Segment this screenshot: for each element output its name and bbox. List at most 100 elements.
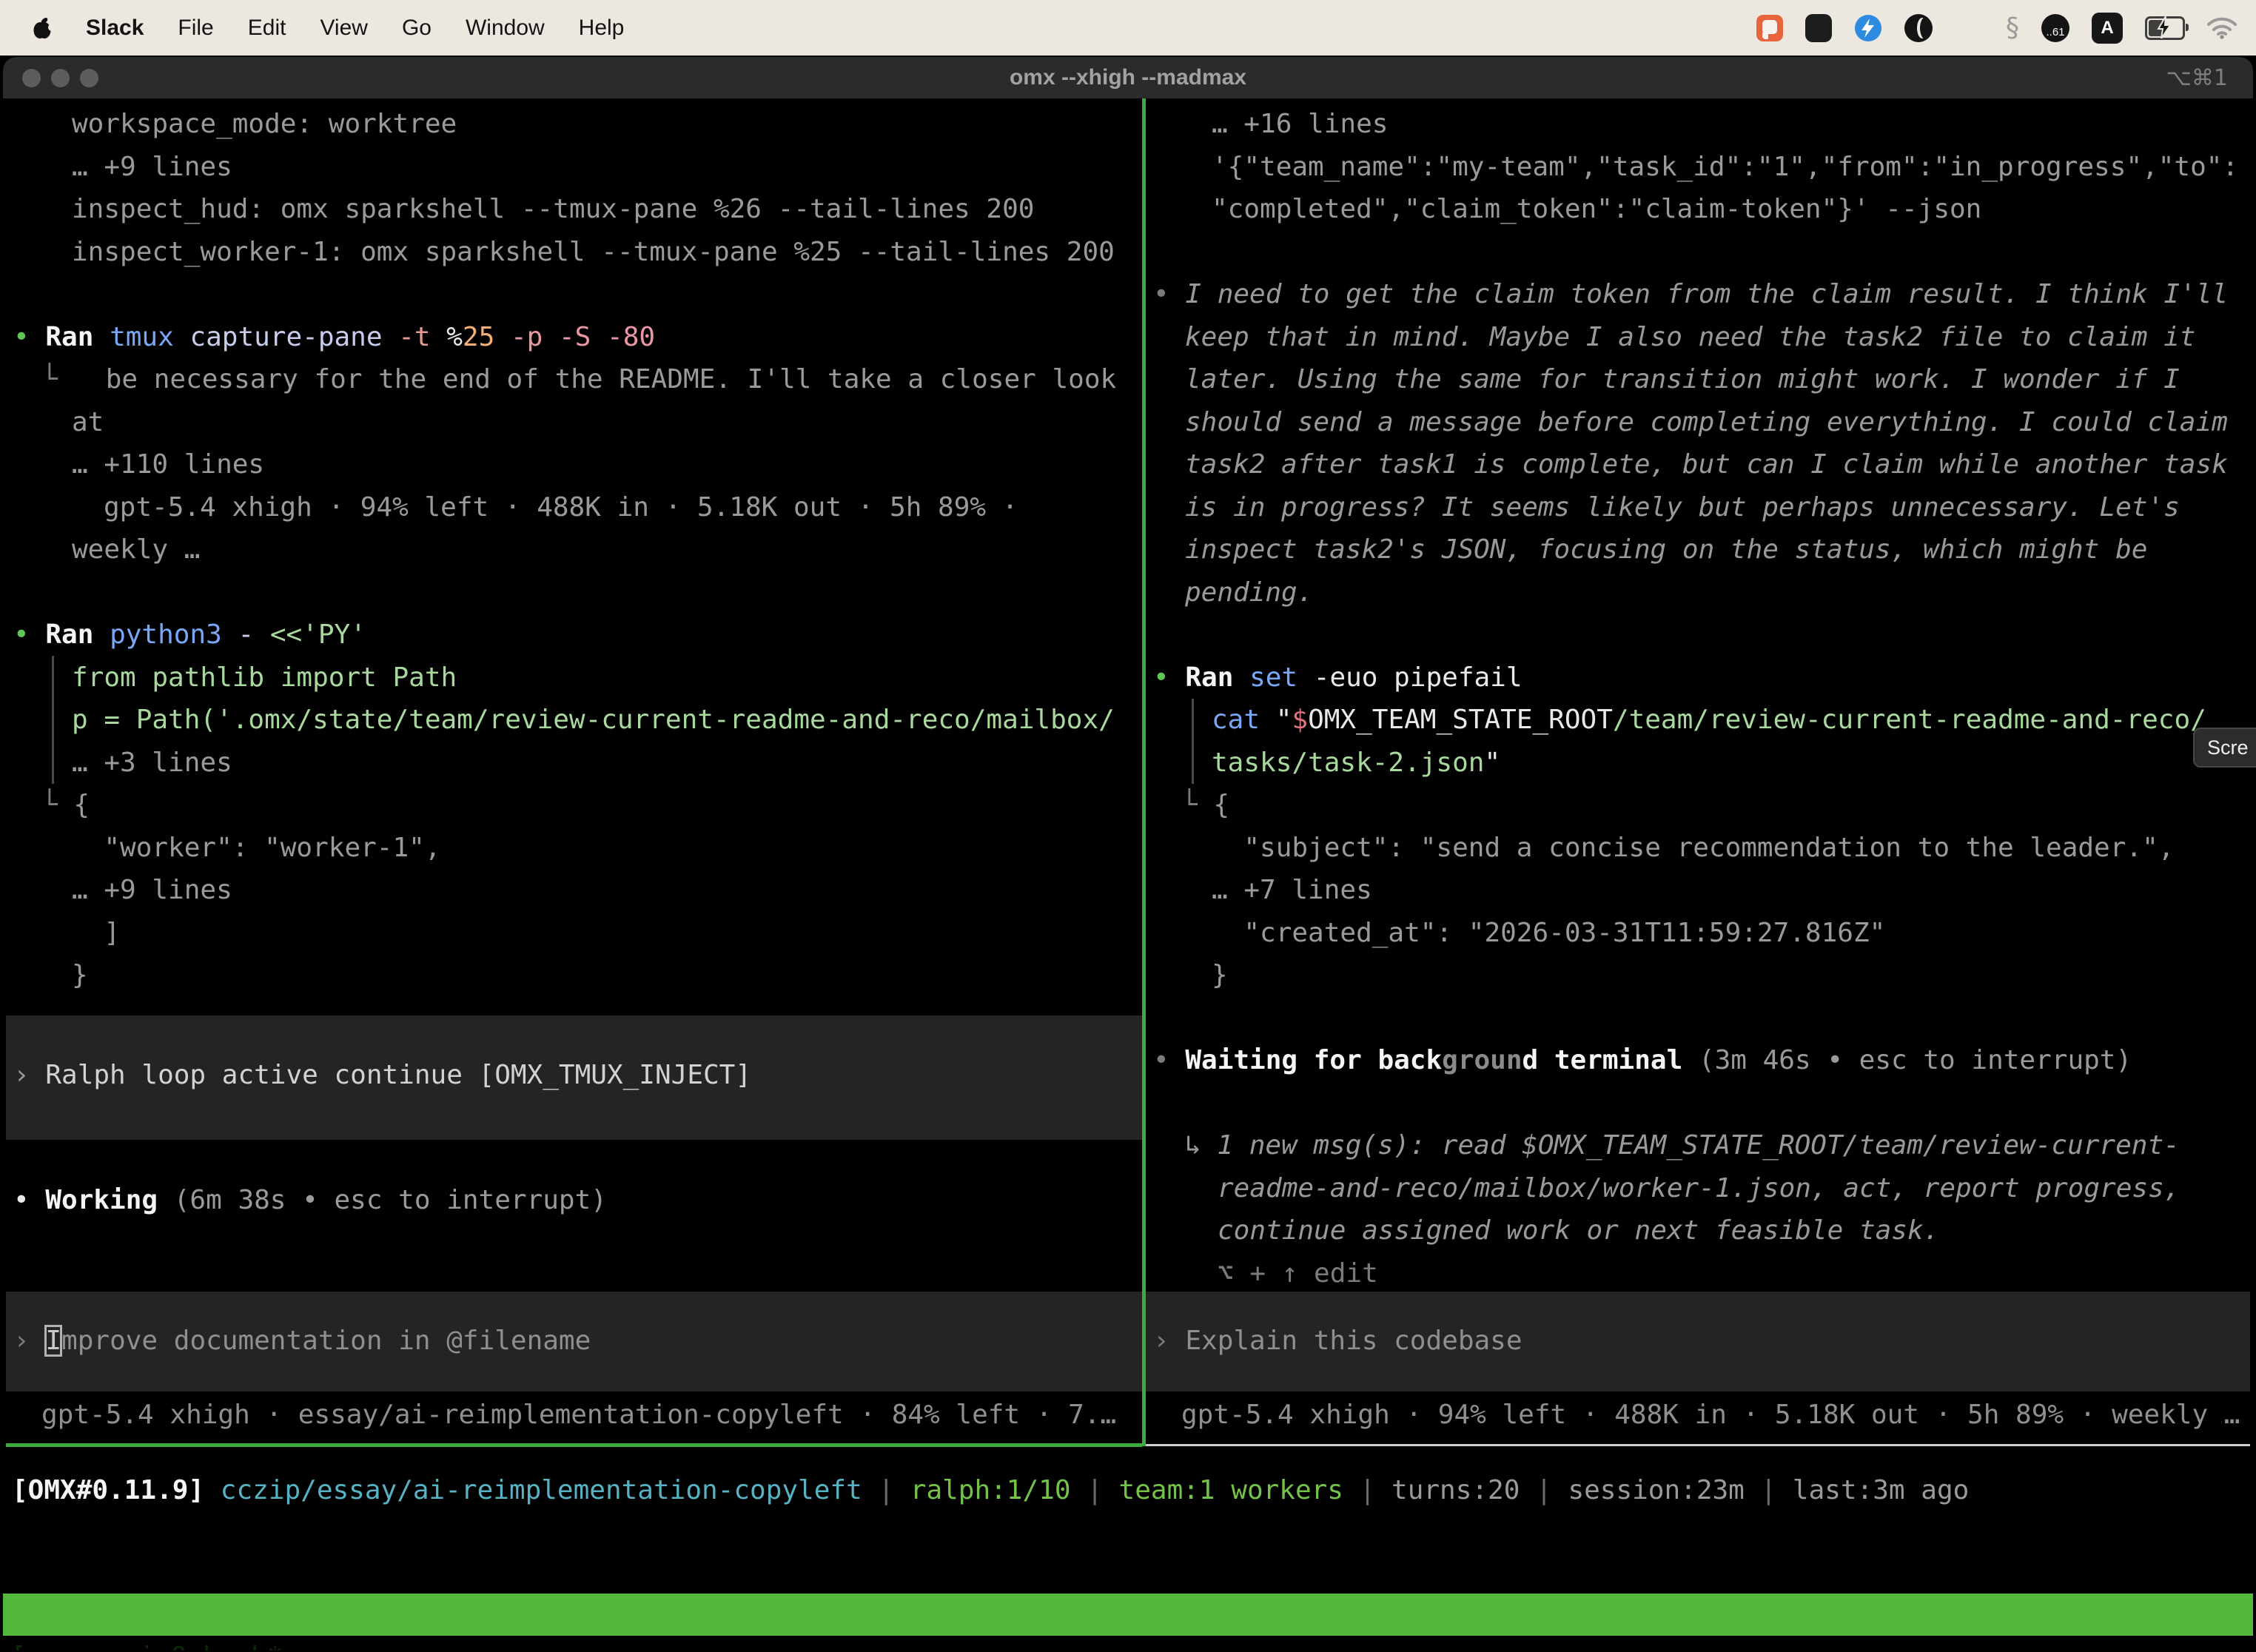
tmux-pane-right[interactable]: … +16 lines'{"team_name":"my-team","task… (1146, 98, 2250, 1446)
badge-61-text: ..61 (2046, 26, 2064, 38)
text-segment: › (13, 1060, 45, 1090)
terminal-line: "subject": "send a concise recommendatio… (1146, 827, 2250, 870)
squiggle-icon[interactable]: § (2006, 15, 2019, 41)
text-segment: /team/review-current-readme-and-reco/ (1613, 705, 2206, 735)
text-segment: "subject": "send a concise recommendatio… (1212, 833, 2174, 863)
terminal-line: should send a message before completing … (1146, 401, 2250, 444)
lightning-badge-icon[interactable] (1854, 14, 1882, 42)
terminal-line: … +9 lines (6, 869, 1142, 912)
text-segment: | (862, 1475, 910, 1505)
text-segment: -S (559, 322, 607, 352)
text-segment: gpt-5.4 xhigh · essay/ai-reimplementatio… (41, 1400, 1116, 1430)
menu-file[interactable]: File (178, 16, 213, 41)
prompt-input[interactable]: › Improve documentation in @filename (6, 1320, 1142, 1363)
text-segment: Ran (1185, 662, 1249, 693)
crescent-icon[interactable] (1904, 14, 1933, 42)
terminal-line: } (6, 954, 1142, 997)
inactive-pane-border (1146, 1444, 2250, 1446)
text-segment: └ (1181, 790, 1213, 820)
menu-view[interactable]: View (320, 16, 367, 41)
text-segment: -t (398, 322, 446, 352)
text-segment: (6m 38s • esc to interrupt) (158, 1185, 607, 1215)
terminal-line: … +7 lines (1146, 869, 2250, 912)
terminal-line: p = Path('.omx/state/team/review-current… (6, 699, 1142, 742)
text-segment: -80 (607, 322, 655, 352)
terminal-line: • Waiting for background terminal (3m 46… (1146, 1039, 2250, 1082)
terminal-line: } (1146, 954, 2250, 997)
window-title-bar[interactable]: omx --xhigh --madmax ⌥⌘1 (3, 57, 2253, 98)
text-segment: • (1153, 662, 1185, 693)
a-key-text: A (2101, 18, 2113, 38)
slack-notification-icon[interactable] (1756, 15, 1783, 41)
badge-61-icon[interactable]: ..61 (2041, 14, 2069, 42)
text-segment: … +9 lines (72, 152, 232, 182)
terminal-line: └ { (6, 784, 1142, 827)
text-segment: last:3m ago (1793, 1475, 1969, 1505)
text-segment: session:23m (1568, 1475, 1744, 1505)
text-segment: › (1153, 1326, 1185, 1356)
text-segment: is in progress? It seems likely but perh… (1185, 492, 2180, 523)
window-title: omx --xhigh --madmax (3, 65, 2253, 90)
tmux-session-label[interactable]: [omx-cczip0:bash* (10, 1636, 283, 1651)
text-segment: capture-pane (189, 322, 398, 352)
terminal-line: later. Using the same for transition mig… (1146, 358, 2250, 401)
terminal-window: omx --xhigh --madmax ⌥⌘1 workspace_mode:… (3, 57, 2253, 1651)
text-segment: tmux (110, 322, 189, 352)
text-segment: "completed","claim_token":"claim-token"}… (1212, 194, 1981, 224)
terminal-line: ↳ 1 new msg(s): read $OMX_TEAM_STATE_ROO… (1146, 1124, 2250, 1167)
terminal-line (1146, 614, 2250, 657)
dots-grid-icon[interactable] (1955, 13, 1984, 42)
terminal-line (6, 571, 1142, 614)
text-segment: % (446, 322, 463, 352)
text-segment: gpt-5.4 xhigh · 94% left · 488K in · 5.1… (1181, 1400, 2240, 1430)
terminal-line: keep that in mind. Maybe I also need the… (1146, 316, 2250, 359)
text-segment: pending. (1185, 577, 1313, 608)
wifi-icon[interactable] (2207, 17, 2237, 39)
prompt-input[interactable]: › Explain this codebase (1146, 1320, 2250, 1363)
apple-icon[interactable] (33, 17, 52, 39)
active-app-menu[interactable]: Slack (86, 16, 144, 41)
menu-window[interactable]: Window (466, 16, 545, 41)
terminal-output: … +16 lines'{"team_name":"my-team","task… (1146, 103, 2250, 1295)
text-segment: ⌥ + ↑ edit (1218, 1258, 1378, 1289)
text-segment: • (13, 620, 45, 650)
terminal-line: inspect task2's JSON, focusing on the st… (1146, 528, 2250, 571)
terminal-line: '{"team_name":"my-team","task_id":"1","f… (1146, 146, 2250, 189)
text-segment: later. Using the same for transition mig… (1185, 364, 2180, 394)
keyboard-grid-icon[interactable] (1805, 14, 1832, 42)
text-segment: Ran (45, 620, 110, 650)
text-segment: | (1071, 1475, 1119, 1505)
text-segment: • (13, 1185, 45, 1215)
menu-edit[interactable]: Edit (248, 16, 286, 41)
terminal-line: workspace_mode: worktree (6, 103, 1142, 146)
menu-go[interactable]: Go (402, 16, 432, 41)
a-key-icon[interactable]: A (2092, 13, 2123, 44)
text-segment: -p (511, 322, 559, 352)
terminal-line (6, 273, 1142, 316)
text-segment: 25 (463, 322, 494, 352)
terminal-line: gpt-5.4 xhigh · 94% left · 488K in · 5.1… (6, 486, 1142, 529)
working-status-line: • Working (6m 38s • esc to interrupt) (6, 1179, 1142, 1222)
terminal-line: ⌥ + ↑ edit (1146, 1252, 2250, 1295)
screen: { "menu_bar": { "app_name": "Slack", "me… (0, 0, 2256, 1652)
terminal-line: … +9 lines (6, 146, 1142, 189)
text-segment: groun (1442, 1045, 1522, 1075)
text-segment: p = Path('.omx/state/team/review-current… (72, 705, 1115, 735)
terminal-line: continue assigned work or next feasible … (1146, 1209, 2250, 1252)
terminal-line: • I need to get the claim token from the… (1146, 273, 2250, 316)
text-segment: be necessary for the end of the README. … (58, 364, 1116, 394)
text-segment: gpt-5.4 xhigh · 94% left · 488K in · 5.1… (104, 492, 1018, 523)
terminal-line: readme-and-reco/mailbox/worker-1.json, a… (1146, 1167, 2250, 1210)
text-segment: keep that in mind. Maybe I also need the… (1185, 322, 2195, 352)
omx-status-line: [OMX#0.11.9] cczip/essay/ai-reimplementa… (12, 1469, 2253, 1512)
terminal-line: … +16 lines (1146, 103, 2250, 146)
text-segment: { (73, 790, 90, 820)
battery-charging-icon[interactable] (2145, 16, 2185, 40)
menu-bar-left: Slack File Edit View Go Window Help (0, 16, 624, 41)
tmux-pane-left[interactable]: workspace_mode: worktree … +9 lines inspec… (6, 98, 1142, 1446)
terminal-line: inspect_hud: omx sparkshell --tmux-pane … (6, 188, 1142, 231)
text-segment: task2 after task1 is complete, but can I… (1185, 449, 2228, 480)
ralph-loop-line: › Ralph loop active continue [OMX_TMUX_I… (6, 1054, 1142, 1097)
menu-help[interactable]: Help (579, 16, 625, 41)
text-segment: • (13, 322, 45, 352)
